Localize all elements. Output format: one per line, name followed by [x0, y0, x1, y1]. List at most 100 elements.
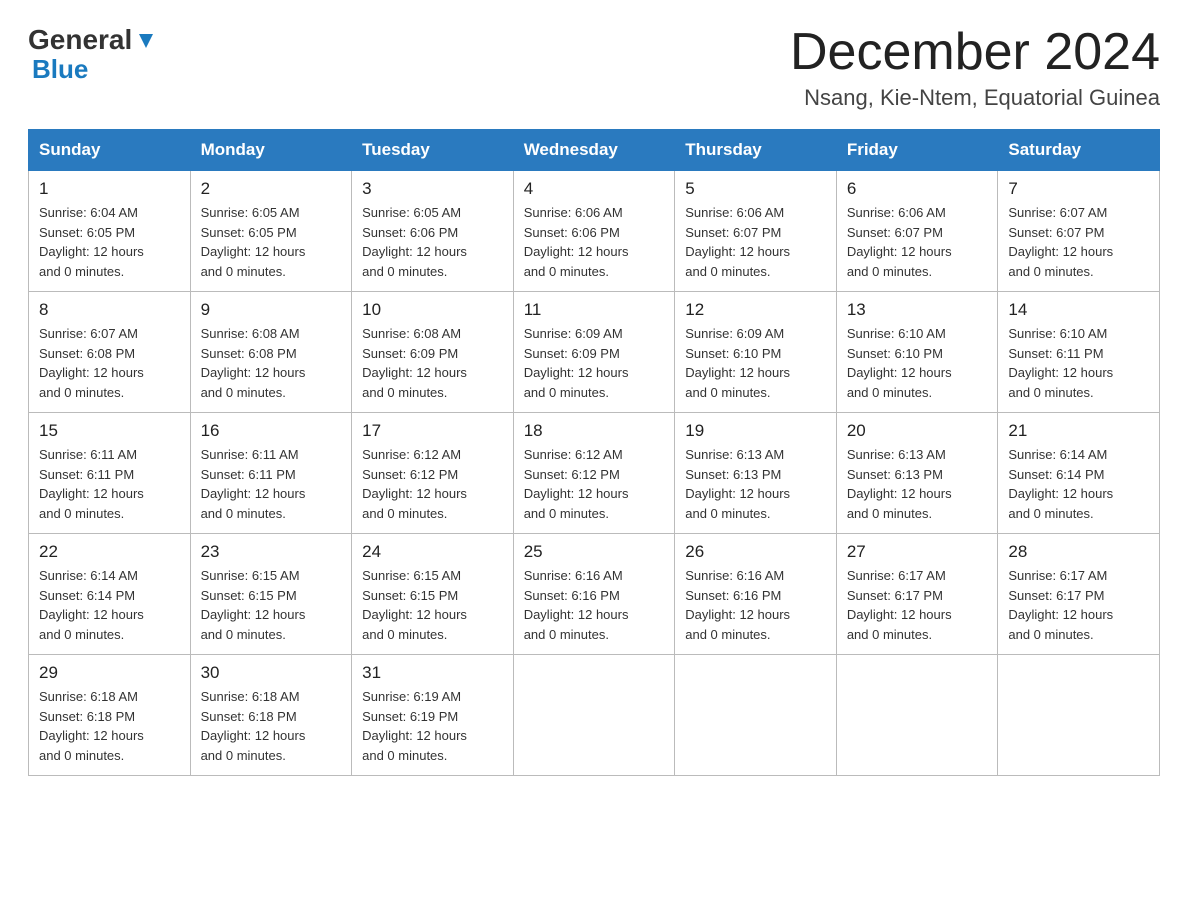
calendar-header-monday: Monday: [190, 130, 352, 171]
day-info: Sunrise: 6:04 AM Sunset: 6:05 PM Dayligh…: [39, 203, 180, 281]
calendar-cell: 26 Sunrise: 6:16 AM Sunset: 6:16 PM Dayl…: [675, 534, 837, 655]
logo-arrow-icon: [135, 30, 157, 52]
calendar-cell: 12 Sunrise: 6:09 AM Sunset: 6:10 PM Dayl…: [675, 292, 837, 413]
calendar-cell: 11 Sunrise: 6:09 AM Sunset: 6:09 PM Dayl…: [513, 292, 675, 413]
day-number: 25: [524, 542, 665, 562]
calendar-cell: 20 Sunrise: 6:13 AM Sunset: 6:13 PM Dayl…: [836, 413, 998, 534]
calendar-week-3: 15 Sunrise: 6:11 AM Sunset: 6:11 PM Dayl…: [29, 413, 1160, 534]
day-number: 29: [39, 663, 180, 683]
calendar-header-row: SundayMondayTuesdayWednesdayThursdayFrid…: [29, 130, 1160, 171]
calendar-cell: 30 Sunrise: 6:18 AM Sunset: 6:18 PM Dayl…: [190, 655, 352, 776]
calendar-cell: 27 Sunrise: 6:17 AM Sunset: 6:17 PM Dayl…: [836, 534, 998, 655]
calendar-cell: 9 Sunrise: 6:08 AM Sunset: 6:08 PM Dayli…: [190, 292, 352, 413]
day-info: Sunrise: 6:07 AM Sunset: 6:07 PM Dayligh…: [1008, 203, 1149, 281]
calendar-cell: 25 Sunrise: 6:16 AM Sunset: 6:16 PM Dayl…: [513, 534, 675, 655]
calendar-cell: 24 Sunrise: 6:15 AM Sunset: 6:15 PM Dayl…: [352, 534, 514, 655]
calendar-week-4: 22 Sunrise: 6:14 AM Sunset: 6:14 PM Dayl…: [29, 534, 1160, 655]
calendar-cell: 10 Sunrise: 6:08 AM Sunset: 6:09 PM Dayl…: [352, 292, 514, 413]
day-info: Sunrise: 6:12 AM Sunset: 6:12 PM Dayligh…: [362, 445, 503, 523]
calendar-cell: 17 Sunrise: 6:12 AM Sunset: 6:12 PM Dayl…: [352, 413, 514, 534]
day-number: 4: [524, 179, 665, 199]
day-number: 17: [362, 421, 503, 441]
day-info: Sunrise: 6:17 AM Sunset: 6:17 PM Dayligh…: [1008, 566, 1149, 644]
calendar-cell: [998, 655, 1160, 776]
logo-blue-text: Blue: [32, 54, 88, 84]
calendar-cell: 6 Sunrise: 6:06 AM Sunset: 6:07 PM Dayli…: [836, 171, 998, 292]
day-number: 5: [685, 179, 826, 199]
day-number: 20: [847, 421, 988, 441]
calendar-cell: 23 Sunrise: 6:15 AM Sunset: 6:15 PM Dayl…: [190, 534, 352, 655]
day-info: Sunrise: 6:15 AM Sunset: 6:15 PM Dayligh…: [201, 566, 342, 644]
calendar-cell: 21 Sunrise: 6:14 AM Sunset: 6:14 PM Dayl…: [998, 413, 1160, 534]
calendar-cell: 1 Sunrise: 6:04 AM Sunset: 6:05 PM Dayli…: [29, 171, 191, 292]
day-number: 19: [685, 421, 826, 441]
calendar-cell: 3 Sunrise: 6:05 AM Sunset: 6:06 PM Dayli…: [352, 171, 514, 292]
day-info: Sunrise: 6:07 AM Sunset: 6:08 PM Dayligh…: [39, 324, 180, 402]
day-info: Sunrise: 6:18 AM Sunset: 6:18 PM Dayligh…: [201, 687, 342, 765]
calendar-cell: 8 Sunrise: 6:07 AM Sunset: 6:08 PM Dayli…: [29, 292, 191, 413]
day-info: Sunrise: 6:16 AM Sunset: 6:16 PM Dayligh…: [685, 566, 826, 644]
calendar-header-tuesday: Tuesday: [352, 130, 514, 171]
calendar-cell: 4 Sunrise: 6:06 AM Sunset: 6:06 PM Dayli…: [513, 171, 675, 292]
calendar-header-thursday: Thursday: [675, 130, 837, 171]
page-header: General Blue December 2024 Nsang, Kie-Nt…: [28, 24, 1160, 111]
day-number: 23: [201, 542, 342, 562]
day-number: 13: [847, 300, 988, 320]
day-number: 6: [847, 179, 988, 199]
day-info: Sunrise: 6:18 AM Sunset: 6:18 PM Dayligh…: [39, 687, 180, 765]
calendar-cell: 13 Sunrise: 6:10 AM Sunset: 6:10 PM Dayl…: [836, 292, 998, 413]
calendar-cell: 5 Sunrise: 6:06 AM Sunset: 6:07 PM Dayli…: [675, 171, 837, 292]
day-number: 1: [39, 179, 180, 199]
day-info: Sunrise: 6:11 AM Sunset: 6:11 PM Dayligh…: [39, 445, 180, 523]
day-number: 24: [362, 542, 503, 562]
day-info: Sunrise: 6:05 AM Sunset: 6:05 PM Dayligh…: [201, 203, 342, 281]
day-info: Sunrise: 6:15 AM Sunset: 6:15 PM Dayligh…: [362, 566, 503, 644]
day-number: 9: [201, 300, 342, 320]
day-info: Sunrise: 6:12 AM Sunset: 6:12 PM Dayligh…: [524, 445, 665, 523]
day-info: Sunrise: 6:08 AM Sunset: 6:09 PM Dayligh…: [362, 324, 503, 402]
day-number: 28: [1008, 542, 1149, 562]
calendar-cell: 29 Sunrise: 6:18 AM Sunset: 6:18 PM Dayl…: [29, 655, 191, 776]
calendar-cell: 14 Sunrise: 6:10 AM Sunset: 6:11 PM Dayl…: [998, 292, 1160, 413]
day-info: Sunrise: 6:19 AM Sunset: 6:19 PM Dayligh…: [362, 687, 503, 765]
day-number: 21: [1008, 421, 1149, 441]
day-number: 10: [362, 300, 503, 320]
calendar-week-2: 8 Sunrise: 6:07 AM Sunset: 6:08 PM Dayli…: [29, 292, 1160, 413]
day-number: 26: [685, 542, 826, 562]
day-info: Sunrise: 6:06 AM Sunset: 6:06 PM Dayligh…: [524, 203, 665, 281]
day-info: Sunrise: 6:09 AM Sunset: 6:09 PM Dayligh…: [524, 324, 665, 402]
day-info: Sunrise: 6:08 AM Sunset: 6:08 PM Dayligh…: [201, 324, 342, 402]
calendar-cell: [836, 655, 998, 776]
calendar-week-5: 29 Sunrise: 6:18 AM Sunset: 6:18 PM Dayl…: [29, 655, 1160, 776]
day-info: Sunrise: 6:06 AM Sunset: 6:07 PM Dayligh…: [685, 203, 826, 281]
logo-general-text: General: [28, 24, 132, 56]
calendar-cell: 28 Sunrise: 6:17 AM Sunset: 6:17 PM Dayl…: [998, 534, 1160, 655]
day-info: Sunrise: 6:14 AM Sunset: 6:14 PM Dayligh…: [1008, 445, 1149, 523]
day-info: Sunrise: 6:11 AM Sunset: 6:11 PM Dayligh…: [201, 445, 342, 523]
day-info: Sunrise: 6:16 AM Sunset: 6:16 PM Dayligh…: [524, 566, 665, 644]
day-info: Sunrise: 6:17 AM Sunset: 6:17 PM Dayligh…: [847, 566, 988, 644]
day-number: 3: [362, 179, 503, 199]
page-title: December 2024: [790, 24, 1160, 81]
day-number: 15: [39, 421, 180, 441]
day-number: 18: [524, 421, 665, 441]
day-number: 31: [362, 663, 503, 683]
day-number: 30: [201, 663, 342, 683]
day-info: Sunrise: 6:09 AM Sunset: 6:10 PM Dayligh…: [685, 324, 826, 402]
page-subtitle: Nsang, Kie-Ntem, Equatorial Guinea: [790, 85, 1160, 111]
title-block: December 2024 Nsang, Kie-Ntem, Equatoria…: [790, 24, 1160, 111]
calendar-week-1: 1 Sunrise: 6:04 AM Sunset: 6:05 PM Dayli…: [29, 171, 1160, 292]
day-info: Sunrise: 6:13 AM Sunset: 6:13 PM Dayligh…: [685, 445, 826, 523]
calendar-cell: 22 Sunrise: 6:14 AM Sunset: 6:14 PM Dayl…: [29, 534, 191, 655]
calendar-cell: [513, 655, 675, 776]
day-info: Sunrise: 6:06 AM Sunset: 6:07 PM Dayligh…: [847, 203, 988, 281]
day-number: 12: [685, 300, 826, 320]
day-info: Sunrise: 6:14 AM Sunset: 6:14 PM Dayligh…: [39, 566, 180, 644]
day-number: 16: [201, 421, 342, 441]
day-number: 2: [201, 179, 342, 199]
calendar-header-friday: Friday: [836, 130, 998, 171]
calendar-header-saturday: Saturday: [998, 130, 1160, 171]
calendar-cell: 18 Sunrise: 6:12 AM Sunset: 6:12 PM Dayl…: [513, 413, 675, 534]
calendar-cell: [675, 655, 837, 776]
day-number: 22: [39, 542, 180, 562]
